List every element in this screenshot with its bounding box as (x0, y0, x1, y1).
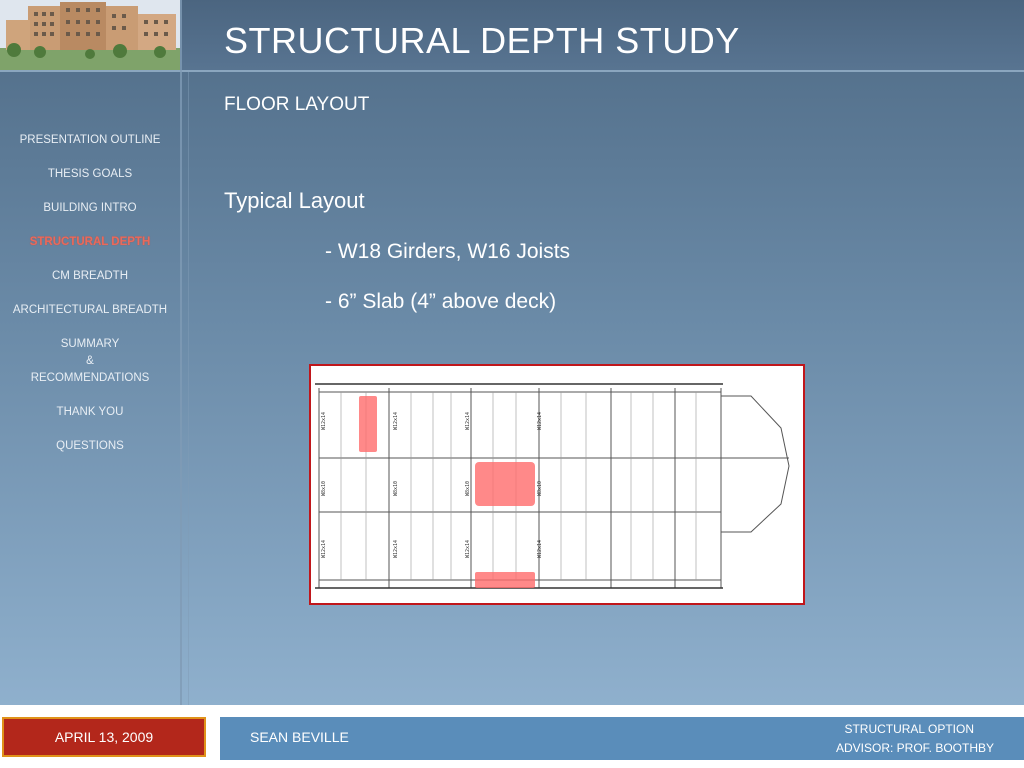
content-bullet-girders: - W18 Girders, W16 Joists (325, 240, 571, 263)
slide-content: Typical Layout - W18 Girders, W16 Joists… (224, 188, 570, 340)
plan-joist-label: W12x14 (537, 540, 543, 558)
plan-joist-label: W8x10 (537, 481, 543, 496)
plan-joist-label: W12x14 (393, 412, 399, 430)
nav-item-building-intro[interactable]: BUILDING INTRO (0, 200, 180, 217)
nav-item-summary-line3: RECOMMENDATIONS (30, 372, 150, 384)
presenter-bar: SEAN BEVILLE STRUCTURAL OPTION ADVISOR: … (220, 717, 1024, 760)
nav-item-thesis-goals[interactable]: THESIS GOALS (0, 166, 180, 183)
nav-item-summary-line2: & (86, 355, 94, 367)
plan-joist-label: W12x14 (321, 540, 327, 558)
nav-item-questions[interactable]: QUESTIONS (0, 438, 180, 455)
section-subtitle: FLOOR LAYOUT (224, 94, 370, 115)
header-divider (0, 70, 1024, 72)
nav-item-cm-breadth[interactable]: CM BREADTH (0, 268, 180, 285)
footer-bar: APRIL 13, 2009 SEAN BEVILLE STRUCTURAL O… (0, 705, 1024, 768)
content-heading: Typical Layout (224, 188, 365, 213)
content-bullet-slab: - 6” Slab (4” above deck) (325, 290, 557, 313)
plan-joist-label: W8x10 (465, 481, 471, 496)
presentation-date: APRIL 13, 2009 (2, 717, 206, 757)
highlight-zone-joist (359, 396, 377, 452)
slide-background: STRUCTURAL DEPTH STUDY FLOOR LAYOUT PRES… (0, 0, 1024, 705)
nav-item-summary-recommendations[interactable]: SUMMARY & RECOMMENDATIONS (0, 336, 180, 387)
nav-item-architectural-breadth[interactable]: ARCHITECTURAL BREADTH (0, 302, 180, 319)
highlight-zone-girder (475, 572, 535, 588)
nav-item-structural-depth[interactable]: STRUCTURAL DEPTH (0, 234, 180, 251)
building-rendering-image (0, 0, 180, 70)
plan-joist-label: W12x14 (465, 540, 471, 558)
highlight-zone-bay (475, 462, 535, 506)
sidebar-nav: PRESENTATION OUTLINE THESIS GOALS BUILDI… (0, 132, 180, 472)
nav-item-summary-line1: SUMMARY (60, 338, 120, 350)
plan-joist-label: W12x14 (321, 412, 327, 430)
presenter-name: SEAN BEVILLE (250, 729, 349, 745)
plan-joist-label: W8x10 (321, 481, 327, 496)
sidebar-divider-secondary (188, 72, 189, 705)
advisor-label: ADVISOR: PROF. BOOTHBY (835, 741, 994, 755)
plan-joist-label: W12x14 (537, 412, 543, 430)
plan-joist-label: W12x14 (465, 412, 471, 430)
structural-option-label: STRUCTURAL OPTION (844, 722, 974, 736)
floor-plan-svg: W12x14 W12x14 W12x14 W12x14 W8x10 W8x10 … (315, 383, 790, 589)
sidebar-divider (180, 0, 182, 705)
page-title: STRUCTURAL DEPTH STUDY (224, 20, 740, 61)
plan-joist-label: W12x14 (393, 540, 399, 558)
nav-item-thank-you[interactable]: THANK YOU (0, 404, 180, 421)
nav-item-presentation-outline[interactable]: PRESENTATION OUTLINE (0, 132, 180, 149)
plan-joist-label: W8x10 (393, 481, 399, 496)
floor-plan-drawing: W12x14 W12x14 W12x14 W12x14 W8x10 W8x10 … (309, 364, 805, 605)
